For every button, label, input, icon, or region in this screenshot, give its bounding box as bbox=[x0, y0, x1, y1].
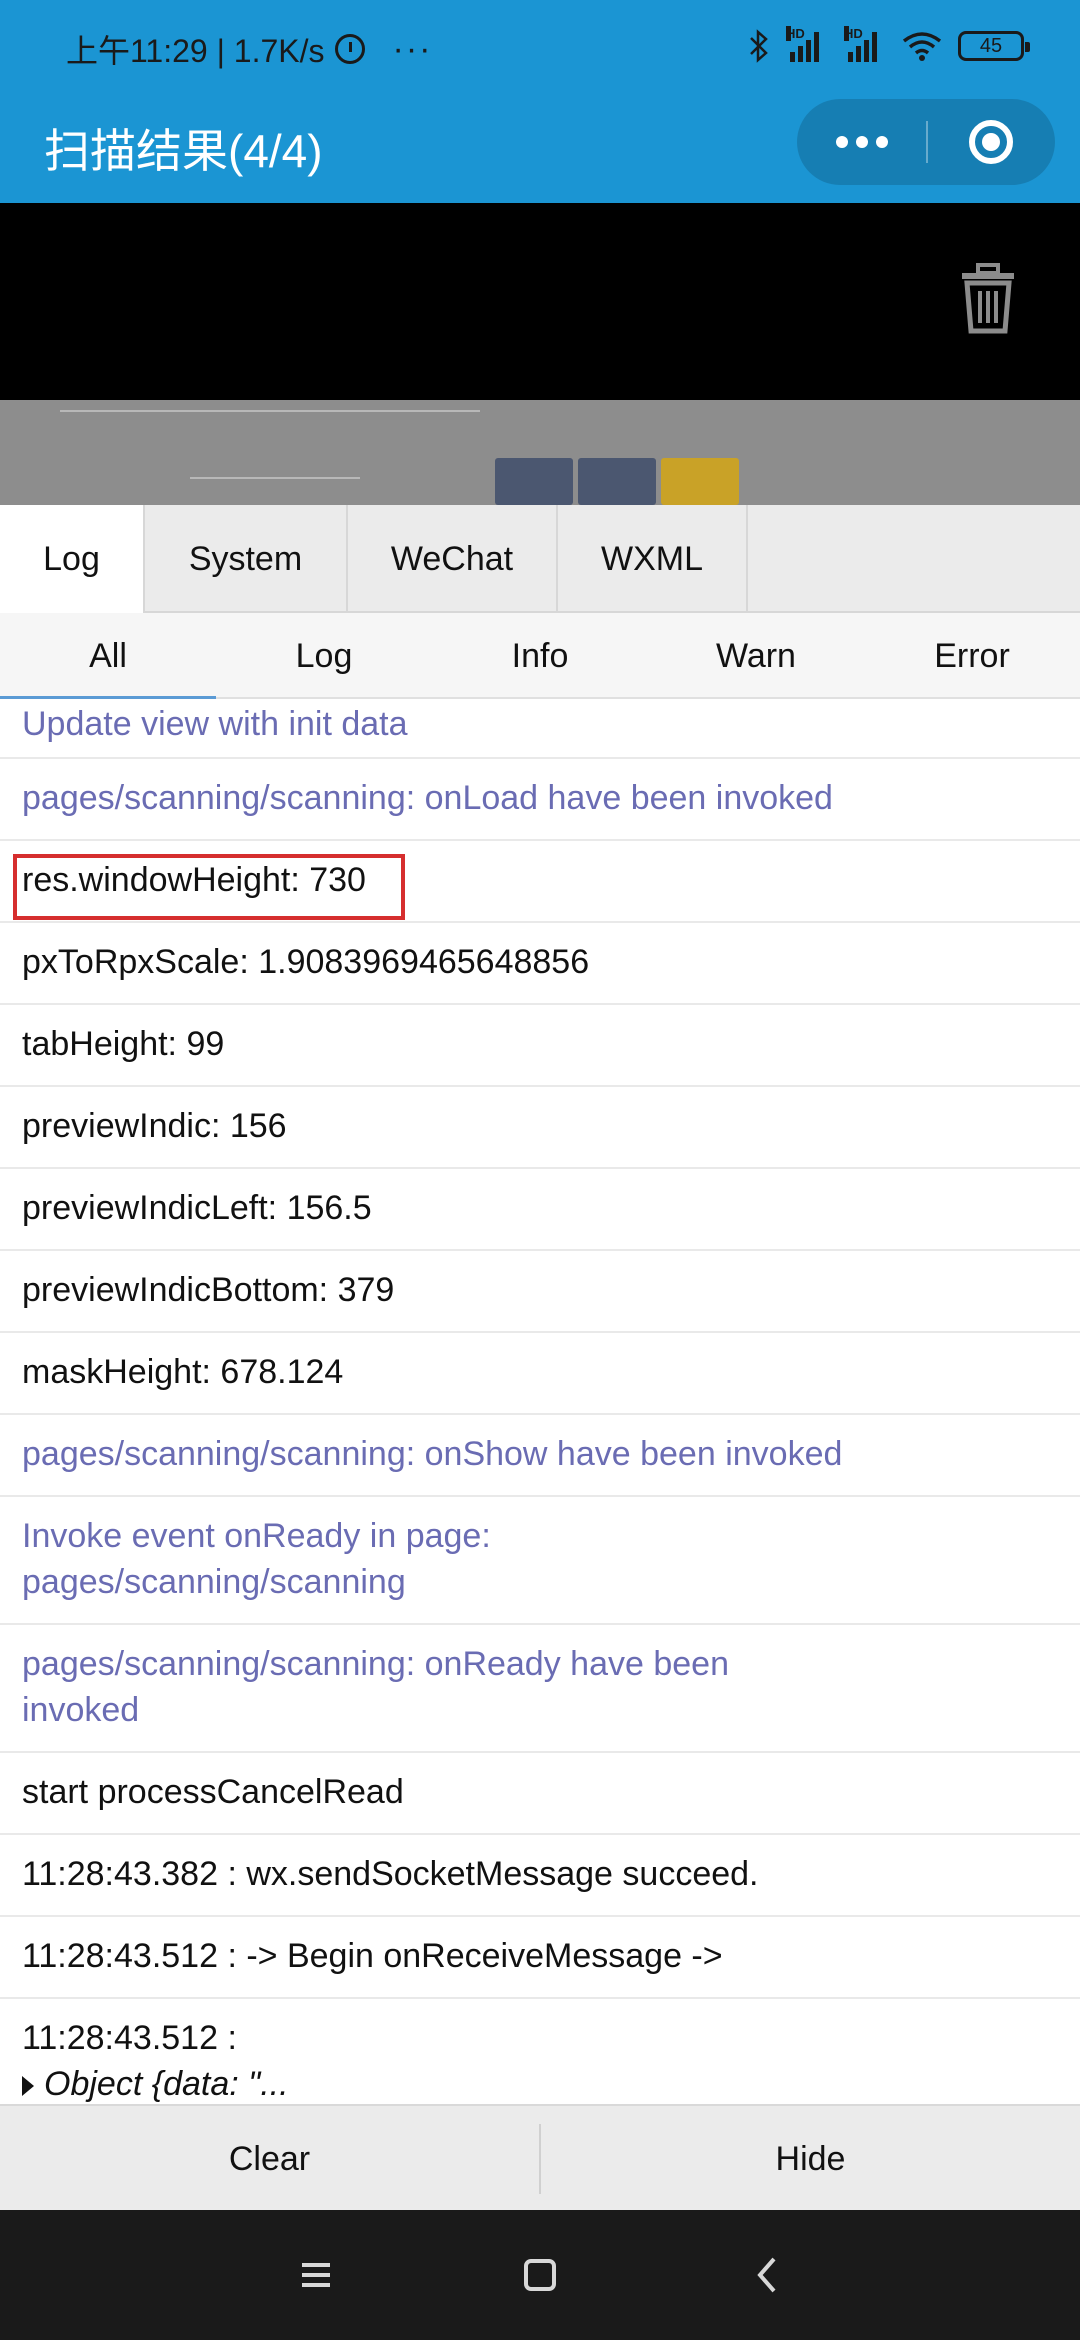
nav-bar: 扫描结果(4/4) bbox=[0, 95, 1080, 203]
filter-info[interactable]: Info bbox=[432, 613, 648, 699]
preview-card bbox=[661, 458, 739, 505]
signal-icon-2: HD bbox=[844, 26, 886, 62]
bluetooth-icon bbox=[750, 29, 768, 63]
log-entry: 11:28:43.512 : Object {data: "... bbox=[0, 1999, 1080, 2104]
tab-log[interactable]: Log bbox=[0, 505, 145, 613]
expand-caret-icon[interactable] bbox=[22, 2076, 34, 2097]
tab-system[interactable]: System bbox=[145, 505, 348, 613]
system-navigation-bar bbox=[0, 2210, 1080, 2340]
log-entry: pages/scanning/scanning: onLoad have bee… bbox=[0, 759, 1080, 841]
highlight-annotation bbox=[13, 854, 405, 920]
log-entry: previewIndic: 156 bbox=[0, 1087, 1080, 1169]
log-entry: pages/scanning/scanning: onReady have be… bbox=[0, 1625, 1080, 1753]
status-left: 上午11:29 | 1.7K/s ··· bbox=[66, 26, 433, 72]
more-icon bbox=[836, 136, 848, 148]
log-entry: 11:28:43.382 : wx.sendSocketMessage succ… bbox=[0, 1835, 1080, 1917]
signal-icon: HD bbox=[786, 26, 828, 62]
console-actions: Clear Hide bbox=[0, 2104, 1080, 2210]
mini-program-capsule bbox=[797, 99, 1055, 185]
vconsole-tabs: Log System WeChat WXML bbox=[0, 505, 1080, 613]
hide-button[interactable]: Hide bbox=[541, 2106, 1080, 2212]
hd-label: HD bbox=[786, 26, 805, 41]
log-entry: pages/scanning/scanning: onShow have bee… bbox=[0, 1415, 1080, 1497]
filter-all[interactable]: All bbox=[0, 613, 216, 699]
log-list[interactable]: Update view with init data pages/scannin… bbox=[0, 699, 1080, 2104]
alarm-icon bbox=[334, 34, 365, 64]
menu-icon[interactable] bbox=[286, 2245, 346, 2305]
filter-log[interactable]: Log bbox=[216, 613, 432, 699]
close-mini-program-button[interactable] bbox=[926, 99, 1055, 185]
status-time-speed: 上午11:29 | 1.7K/s bbox=[66, 33, 325, 69]
wifi-icon bbox=[902, 32, 942, 61]
clear-button[interactable]: Clear bbox=[0, 2106, 539, 2212]
filter-warn[interactable]: Warn bbox=[648, 613, 864, 699]
screen: { "status_bar": { "time_speed": "上午11:29… bbox=[0, 0, 1080, 2340]
hd-label-2: HD bbox=[844, 26, 863, 41]
back-icon[interactable] bbox=[738, 2245, 798, 2305]
more-notifications-icon: ··· bbox=[392, 29, 433, 68]
camera-preview bbox=[0, 203, 1080, 400]
log-entry: maskHeight: 678.124 bbox=[0, 1333, 1080, 1415]
filter-error[interactable]: Error bbox=[864, 613, 1080, 699]
log-entry: Update view with init data bbox=[0, 699, 1080, 759]
log-entry: tabHeight: 99 bbox=[0, 1005, 1080, 1087]
home-icon[interactable] bbox=[510, 2245, 570, 2305]
status-bar: 上午11:29 | 1.7K/s ··· HD HD 45 bbox=[0, 0, 1080, 95]
log-entry: 11:28:43.512 : -> Begin onReceiveMessage… bbox=[0, 1917, 1080, 1999]
log-entry: previewIndicBottom: 379 bbox=[0, 1251, 1080, 1333]
preview-card bbox=[578, 458, 656, 505]
log-entry: previewIndicLeft: 156.5 bbox=[0, 1169, 1080, 1251]
tab-wxml[interactable]: WXML bbox=[558, 505, 748, 613]
log-entry: Invoke event onReady in page: pages/scan… bbox=[0, 1497, 1080, 1625]
page-title: 扫描结果(4/4) bbox=[44, 125, 323, 177]
tab-wechat[interactable]: WeChat bbox=[348, 505, 558, 613]
log-filters: All Log Info Warn Error bbox=[0, 613, 1080, 699]
preview-card bbox=[495, 458, 573, 505]
scan-preview-image bbox=[0, 400, 1080, 505]
trash-icon[interactable] bbox=[958, 263, 1018, 335]
battery-icon: 45 bbox=[958, 31, 1030, 61]
log-entry: pxToRpxScale: 1.9083969465648856 bbox=[0, 923, 1080, 1005]
expandable-object[interactable]: Object {data: "... bbox=[22, 2061, 1080, 2104]
status-right: HD HD 45 bbox=[748, 26, 1030, 64]
more-button[interactable] bbox=[797, 99, 926, 185]
log-entry: start processCancelRead bbox=[0, 1753, 1080, 1835]
